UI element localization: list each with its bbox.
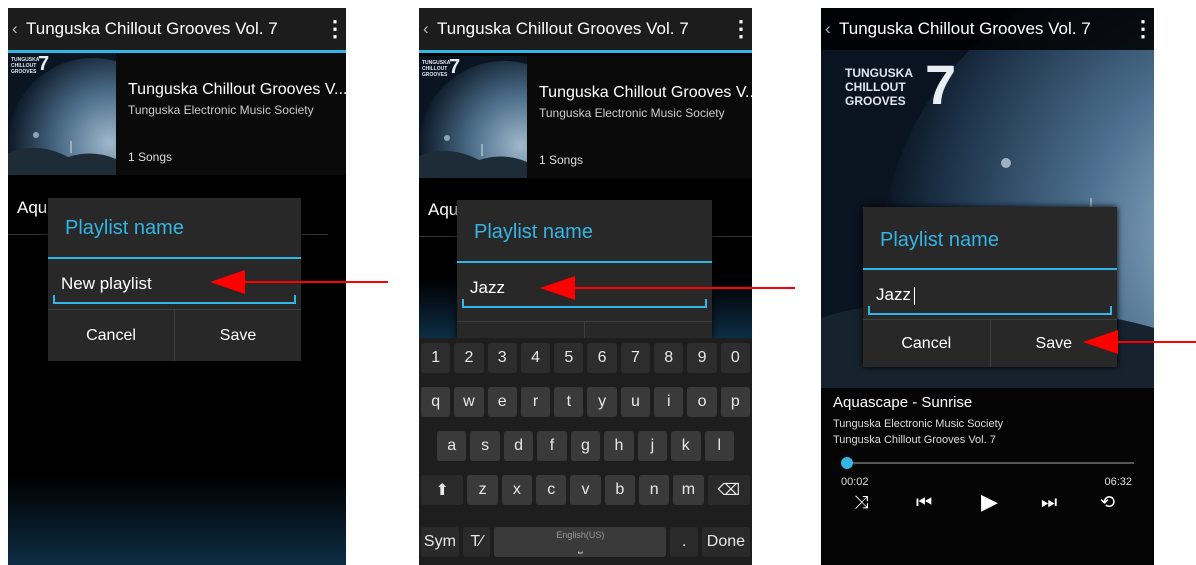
annotation-arrows [210, 270, 1196, 354]
arrow-1 [210, 270, 388, 294]
arrow-2 [540, 276, 795, 300]
arrow-3 [1083, 330, 1196, 354]
